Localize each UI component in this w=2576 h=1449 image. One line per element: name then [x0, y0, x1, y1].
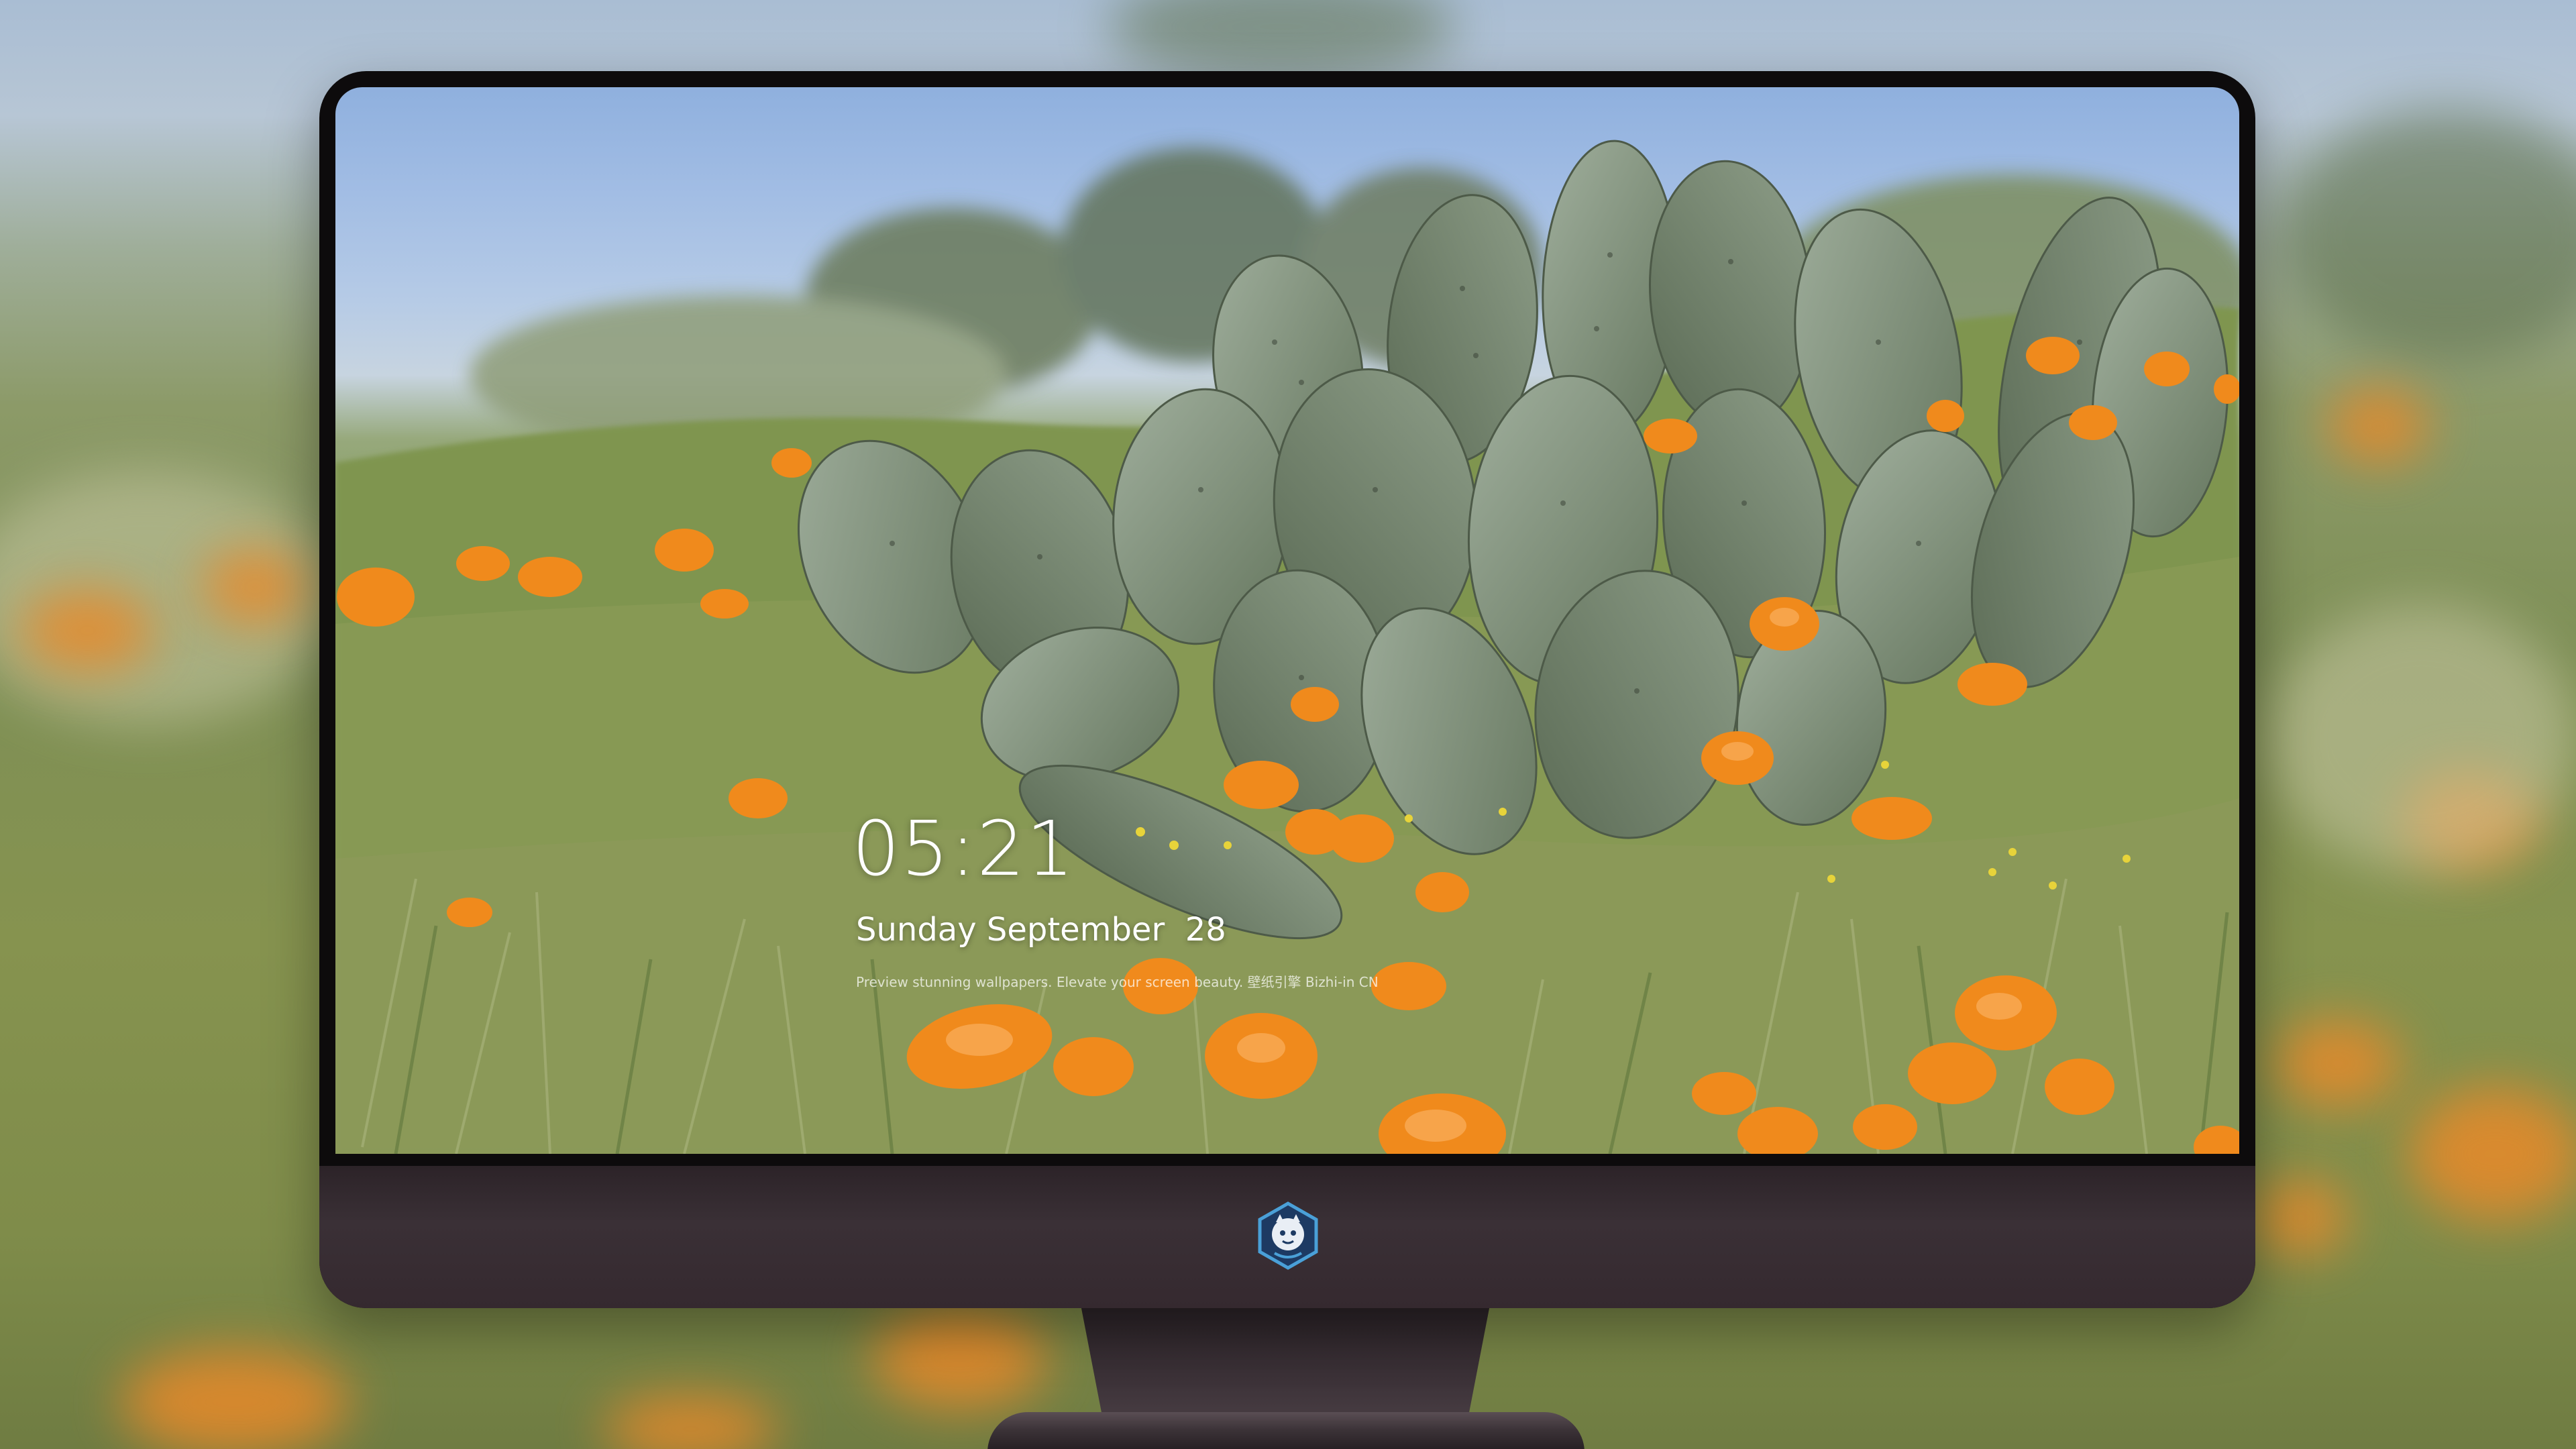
lock-screen-wallpaper: 05:21 Sunday September 28 Preview stunni…	[335, 87, 2239, 1154]
lock-screen-date: Sunday September 28	[856, 911, 1226, 949]
wallpaper-tagline: Preview stunning wallpapers. Elevate you…	[856, 974, 1379, 990]
monitor-stand-foot	[987, 1412, 1585, 1449]
desktop-background: 05:21 Sunday September 28 Preview stunni…	[0, 0, 2576, 1449]
monitor-stand	[1080, 1301, 1491, 1429]
cactus-meadow-scene	[335, 140, 2239, 1154]
lock-screen-clock: 05:21	[852, 806, 1075, 893]
mascot-logo-icon	[1253, 1201, 1323, 1271]
